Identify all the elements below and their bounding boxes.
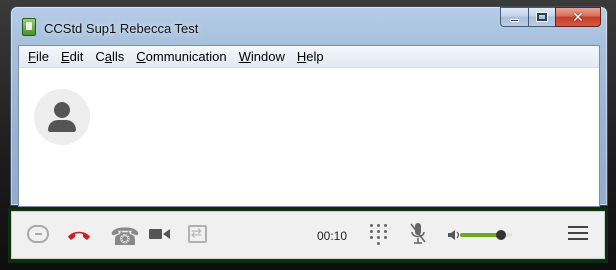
title-bar[interactable]: CCStd Sup1 Rebecca Test ✕ (11, 7, 607, 45)
volume-fill (460, 233, 501, 237)
maximize-icon (536, 12, 548, 22)
menu-bar: File Edit Calls Communication Window Hel… (19, 46, 599, 68)
menu-file[interactable]: File (22, 47, 55, 67)
minimize-icon (510, 19, 519, 22)
client-area: File Edit Calls Communication Window Hel… (18, 45, 600, 207)
close-icon: ✕ (572, 9, 584, 25)
menu-window[interactable]: Window (233, 47, 291, 67)
window-title: CCStd Sup1 Rebecca Test (44, 20, 199, 36)
window-controls: ✕ (500, 7, 601, 28)
call-timer: 00:10 (317, 229, 348, 243)
transfer-glyph: ⇄ (191, 225, 202, 240)
call-toolbar: ☎ ⇄ 00:10 (11, 211, 605, 259)
dialpad-icon[interactable] (369, 223, 389, 245)
app-icon[interactable] (22, 18, 36, 36)
phone-icon[interactable]: ☎ (110, 223, 140, 252)
volume-slider[interactable] (460, 230, 512, 240)
close-button[interactable]: ✕ (555, 7, 601, 27)
user-silhouette-body (48, 120, 76, 132)
volume-thumb[interactable] (495, 230, 506, 240)
menu-communication[interactable]: Communication (130, 47, 232, 67)
menu-calls[interactable]: Calls (89, 47, 130, 67)
hamburger-menu-icon[interactable] (568, 225, 588, 241)
maximize-button[interactable] (528, 7, 555, 27)
hangup-icon[interactable] (67, 229, 91, 241)
user-silhouette-icon (54, 102, 70, 118)
video-icon[interactable] (149, 228, 171, 240)
volume-icon[interactable] (448, 230, 460, 240)
app-window: CCStd Sup1 Rebecca Test ✕ File Edit Call… (10, 6, 608, 207)
contact-avatar[interactable] (34, 89, 90, 145)
transfer-icon[interactable]: ⇄ (188, 225, 207, 243)
mute-icon[interactable] (410, 222, 426, 246)
menu-help[interactable]: Help (291, 47, 330, 67)
menu-edit[interactable]: Edit (55, 47, 89, 67)
minimize-button[interactable] (500, 7, 528, 27)
chat-icon[interactable] (27, 225, 49, 243)
